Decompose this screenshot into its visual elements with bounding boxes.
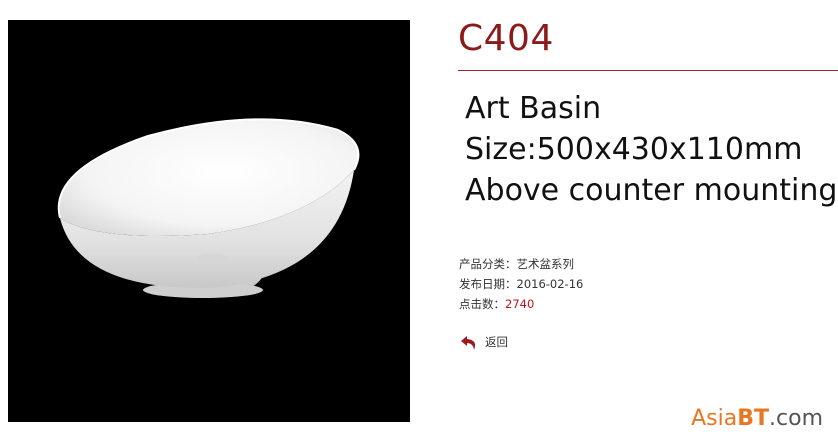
product-description: Art Basin Size:500x430x110mm Above count…	[465, 88, 837, 211]
product-mounting: Above counter mounting	[465, 173, 838, 208]
product-code-title: C404	[458, 18, 554, 59]
back-arrow-icon	[461, 336, 476, 350]
product-detail-page: C404 Art Basin Size:500x430x110mm Above …	[0, 0, 838, 443]
product-image	[8, 20, 410, 422]
watermark-com: .com	[769, 406, 823, 431]
clicks-value: 2740	[505, 297, 535, 311]
watermark-bt: BT	[737, 406, 770, 431]
meta-date: 发布日期：2016-02-16	[459, 274, 583, 294]
watermark-logo: AsiaBT.com	[691, 406, 823, 431]
date-label: 发布日期：	[459, 277, 517, 291]
back-label: 返回	[485, 335, 508, 349]
back-link[interactable]: 返回	[459, 332, 508, 352]
title-divider	[458, 70, 838, 71]
category-value: 艺术盆系列	[516, 257, 575, 271]
clicks-label: 点击数：	[459, 297, 505, 311]
watermark-asia: Asia	[691, 406, 738, 431]
product-size: Size:500x430x110mm	[465, 132, 803, 167]
meta-clicks: 点击数：2740	[459, 294, 583, 314]
product-meta: 产品分类：艺术盆系列 发布日期：2016-02-16 点击数：2740	[459, 254, 583, 314]
basin-image	[57, 118, 360, 298]
date-value: 2016-02-16	[516, 277, 584, 291]
category-label: 产品分类：	[459, 257, 517, 271]
meta-category: 产品分类：艺术盆系列	[459, 254, 583, 274]
product-name: Art Basin	[465, 91, 602, 126]
